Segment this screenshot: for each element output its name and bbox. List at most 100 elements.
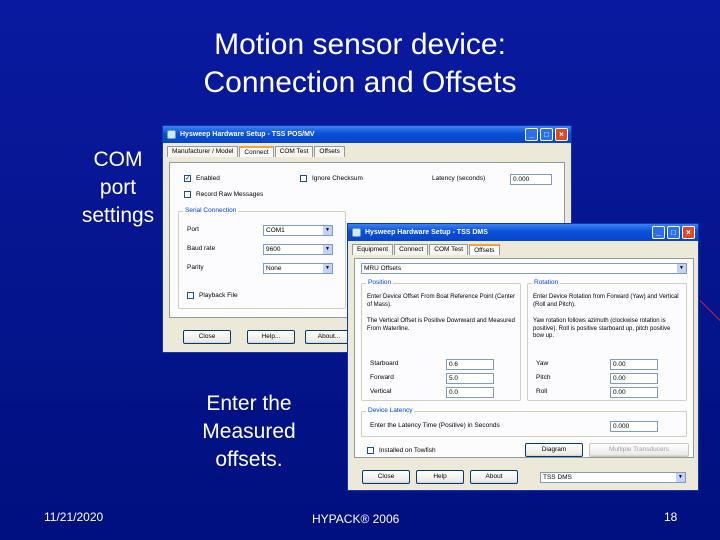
close-icon[interactable]: × — [682, 226, 695, 239]
com-label-line-3: settings — [81, 204, 155, 227]
rotation-help-2: Yaw rotation follows azimuth (clockwise … — [533, 318, 671, 339]
forward-field[interactable]: 5.0 — [446, 373, 494, 384]
tab-com-test[interactable]: COM Test — [429, 244, 469, 255]
tab-offsets[interactable]: Offsets — [469, 244, 500, 255]
offsets-label: Enter the Measured offsets. — [176, 390, 322, 474]
baud-label: Baud rate — [187, 245, 216, 252]
position-group: Position Enter Device Offset From Boat R… — [361, 279, 521, 401]
slide: Motion sensor device: Connection and Off… — [0, 0, 720, 540]
footer-page-number: 18 — [664, 510, 678, 524]
diagram-button[interactable]: Diagram — [525, 443, 583, 457]
vertical-label: Vertical — [370, 388, 392, 395]
tab-offsets[interactable]: Offsets — [314, 146, 345, 157]
about-button[interactable]: About... — [305, 330, 353, 344]
offsets-dialog-titlebar[interactable]: Hysweep Hardware Setup - TSS DMS _ □ × — [348, 224, 698, 241]
pitch-field[interactable]: 0.00 — [610, 373, 658, 384]
footer-center: HYPACK® 2006 — [312, 512, 400, 526]
maximize-icon[interactable]: □ — [540, 128, 553, 141]
offsets-dialog-tabs: Equipment Connect COM Test Offsets — [348, 241, 698, 255]
com-label-line-2: port — [99, 176, 137, 199]
ignore-checksum-label: Ignore Checksum — [312, 175, 363, 182]
offsets-label-line-1: Enter the — [206, 392, 292, 415]
vertical-field[interactable]: 0.0 — [446, 387, 494, 398]
rotation-help-1: Enter Device Rotation from Forward (Yaw)… — [533, 294, 679, 308]
latency-field[interactable]: 0.000 — [510, 174, 552, 185]
record-raw-checkbox[interactable] — [184, 191, 191, 198]
offset-type-value: MRU Offsets — [364, 265, 402, 272]
chevron-down-icon[interactable]: ▼ — [323, 226, 332, 235]
roll-label: Roll — [536, 388, 548, 395]
serial-connection-title: Serial Connection — [183, 207, 239, 214]
position-help-2: The Vertical Offset is Positive Downward… — [367, 318, 515, 332]
close-button[interactable]: Close — [362, 470, 410, 484]
forward-label: Forward — [370, 374, 394, 381]
close-button[interactable]: Close — [183, 330, 231, 344]
enabled-checkbox[interactable]: ✓ — [184, 175, 191, 182]
roll-field[interactable]: 0.00 — [610, 387, 658, 398]
maximize-icon[interactable]: □ — [667, 226, 680, 239]
offsets-panel: MRU Offsets ▼ Position Enter Device Offse… — [354, 258, 694, 458]
offsets-dialog: Hysweep Hardware Setup - TSS DMS _ □ × E… — [347, 223, 699, 491]
parity-label: Parity — [187, 264, 204, 271]
latency-label: Enter the Latency Time (Positive) in Sec… — [370, 422, 500, 429]
parity-select[interactable]: None ▼ — [263, 263, 333, 274]
com-label-line-1: COM — [93, 148, 143, 171]
device-select[interactable]: TSS DMS ▼ — [540, 472, 686, 483]
app-icon — [167, 130, 176, 139]
connect-dialog-tabs: Manufacturer / Model Connect COM Test Of… — [163, 143, 571, 157]
minimize-icon[interactable]: _ — [525, 128, 538, 141]
playback-label: Playback File — [199, 292, 238, 299]
slide-title: Motion sensor device: Connection and Off… — [120, 26, 600, 102]
baud-select[interactable]: 9600 ▼ — [263, 244, 333, 255]
device-value: TSS DMS — [543, 474, 572, 481]
connect-dialog-title: Hysweep Hardware Setup - TSS POS/MV — [180, 131, 315, 138]
com-port-label: COM port settings — [62, 146, 174, 230]
connect-dialog-titlebar[interactable]: Hysweep Hardware Setup - TSS POS/MV _ □ … — [163, 126, 571, 143]
playback-checkbox[interactable] — [187, 292, 194, 299]
tab-com-test[interactable]: COM Test — [274, 146, 314, 157]
port-value: COM1 — [266, 227, 285, 234]
position-group-title: Position — [366, 279, 394, 286]
offsets-label-line-2: Measured — [202, 420, 296, 443]
chevron-down-icon[interactable]: ▼ — [676, 473, 685, 482]
title-line-2: Connection and Offsets — [203, 66, 517, 99]
starboard-label: Starboard — [370, 360, 399, 367]
offsets-dialog-title: Hysweep Hardware Setup - TSS DMS — [365, 229, 488, 236]
chevron-down-icon[interactable]: ▼ — [677, 264, 686, 273]
title-line-1: Motion sensor device: — [214, 28, 506, 61]
yaw-field[interactable]: 0.00 — [610, 359, 658, 370]
record-raw-label: Record Raw Messages — [196, 191, 264, 198]
close-icon[interactable]: × — [555, 128, 568, 141]
minimize-icon[interactable]: _ — [652, 226, 665, 239]
pitch-label: Pitch — [536, 374, 551, 381]
parity-value: None — [266, 265, 282, 272]
decorative-line — [699, 300, 720, 330]
serial-connection-group: Serial Connection Port COM1 ▼ Baud rate 9… — [178, 207, 346, 309]
installed-towfish-checkbox[interactable] — [367, 447, 374, 454]
tab-connect[interactable]: Connect — [239, 146, 274, 157]
multiple-transducers-button[interactable]: Multiple Transducers — [589, 443, 689, 457]
offset-type-select[interactable]: MRU Offsets ▼ — [361, 263, 687, 274]
tab-equipment[interactable]: Equipment — [352, 244, 394, 255]
tab-manufacturer-model[interactable]: Manufacturer / Model — [167, 146, 239, 157]
port-label: Port — [187, 226, 199, 233]
about-button[interactable]: About — [470, 470, 518, 484]
ignore-checksum-checkbox[interactable] — [300, 175, 307, 182]
help-button[interactable]: Help — [416, 470, 464, 484]
enabled-label: Enabled — [196, 175, 220, 182]
chevron-down-icon[interactable]: ▼ — [323, 264, 332, 273]
tab-connect[interactable]: Connect — [394, 244, 429, 255]
latency-group-title: Device Latency — [366, 407, 415, 414]
offsets-label-line-3: offsets. — [215, 448, 283, 471]
help-button[interactable]: Help... — [247, 330, 295, 344]
position-help-1: Enter Device Offset From Boat Reference … — [367, 294, 515, 308]
latency-group: Device Latency Enter the Latency Time (P… — [361, 407, 687, 437]
baud-value: 9600 — [266, 246, 281, 253]
yaw-label: Yaw — [536, 360, 549, 367]
chevron-down-icon[interactable]: ▼ — [323, 245, 332, 254]
rotation-group: Rotation Enter Device Rotation from Forw… — [527, 279, 687, 401]
installed-towfish-label: Installed on Towfish — [379, 447, 436, 454]
latency-field[interactable]: 0.000 — [610, 421, 658, 432]
starboard-field[interactable]: 0.6 — [446, 359, 494, 370]
port-select[interactable]: COM1 ▼ — [263, 225, 333, 236]
